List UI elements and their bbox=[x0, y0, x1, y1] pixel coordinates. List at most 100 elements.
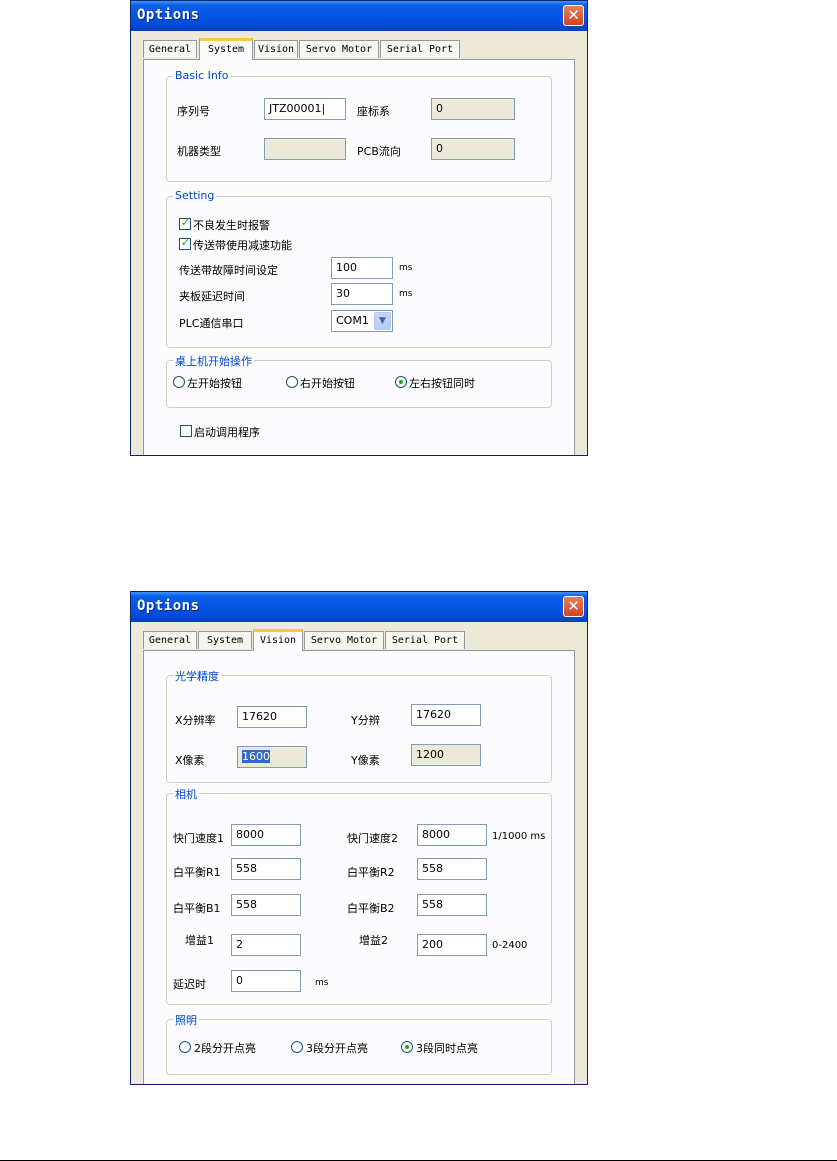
wb-r2-label: 白平衡R2 bbox=[347, 866, 395, 879]
shutter1-field[interactable]: 8000 bbox=[231, 824, 301, 846]
y-pixel-field[interactable]: 1200 bbox=[411, 744, 481, 766]
tab-vision[interactable]: Vision bbox=[253, 629, 303, 651]
title-bar[interactable]: Options ✕ bbox=[131, 1, 587, 31]
close-button[interactable]: ✕ bbox=[563, 596, 584, 617]
options-dialog-vision: Options ✕ General System Vision Servo Mo… bbox=[130, 591, 588, 1085]
tab-vision[interactable]: Vision bbox=[254, 40, 298, 58]
tab-general[interactable]: General bbox=[143, 40, 197, 58]
radio-left-start[interactable] bbox=[173, 376, 185, 388]
radio-lighting-2-separate-label: 2段分开点亮 bbox=[194, 1042, 256, 1055]
delay-field[interactable]: 0 bbox=[231, 970, 301, 992]
radio-both-start[interactable] bbox=[395, 376, 407, 388]
serial-number-label: 序列号 bbox=[177, 105, 210, 118]
desktop-start-legend: 桌上机开始操作 bbox=[173, 353, 254, 369]
delay-label: 延迟时 bbox=[173, 978, 206, 991]
tab-system[interactable]: System bbox=[199, 38, 253, 60]
camera-legend: 相机 bbox=[173, 786, 199, 802]
radio-selected-dot bbox=[399, 380, 403, 384]
basic-info-legend: Basic Info bbox=[173, 69, 231, 82]
gain1-field[interactable]: 2 bbox=[231, 934, 301, 956]
wb-b1-label: 白平衡B1 bbox=[173, 902, 221, 915]
gain2-field[interactable]: 200 bbox=[417, 934, 487, 956]
basic-info-group: Basic Info 序列号 JTZ00001| 座标系 0 机器类型 PCB流… bbox=[166, 69, 552, 182]
debug-program-checkbox[interactable] bbox=[180, 425, 192, 437]
tab-serial-port[interactable]: Serial Port bbox=[380, 40, 460, 58]
wb-b1-field[interactable]: 558 bbox=[231, 894, 301, 916]
radio-lighting-3-simultaneous[interactable] bbox=[401, 1041, 413, 1053]
vision-tab-panel: 光学精度 X分辨率 17620 Y分辨 17620 X像素 1600 Y像素 1… bbox=[143, 650, 575, 1084]
check-icon: ✓ bbox=[180, 216, 191, 229]
optics-group: 光学精度 X分辨率 17620 Y分辨 17620 X像素 1600 Y像素 1… bbox=[166, 668, 552, 783]
serial-number-field[interactable]: JTZ00001| bbox=[264, 98, 346, 120]
options-dialog-system: Options ✕ General System Vision Servo Mo… bbox=[130, 0, 588, 456]
radio-lighting-3-separate-label: 3段分开点亮 bbox=[306, 1042, 368, 1055]
dialog-title: Options bbox=[137, 7, 200, 23]
tab-system[interactable]: System bbox=[198, 631, 252, 649]
setting-legend: Setting bbox=[173, 189, 217, 202]
close-button[interactable]: ✕ bbox=[563, 5, 584, 26]
clamp-delay-label: 夹板延迟时间 bbox=[179, 290, 245, 303]
x-resolution-label: X分辨率 bbox=[175, 714, 216, 727]
check-icon: ✓ bbox=[180, 236, 191, 249]
decel-checkbox[interactable]: ✓ bbox=[179, 236, 191, 250]
fault-time-label: 传送带故障时间设定 bbox=[179, 264, 278, 277]
chevron-down-icon[interactable]: ▼ bbox=[374, 312, 391, 330]
setting-group: Setting ✓ 不良发生时报警 ✓ 传送带使用减速功能 传送带故障时间设定 … bbox=[166, 189, 552, 348]
wb-r1-field[interactable]: 558 bbox=[231, 858, 301, 880]
fault-time-unit: ms bbox=[399, 263, 413, 273]
optics-legend: 光学精度 bbox=[173, 668, 221, 684]
pcb-flow-label: PCB流向 bbox=[357, 145, 401, 158]
x-pixel-label: X像素 bbox=[175, 754, 205, 767]
shutter1-label: 快门速度1 bbox=[173, 832, 224, 845]
delay-unit: ms bbox=[315, 978, 329, 988]
radio-right-start[interactable] bbox=[286, 376, 298, 388]
pcb-flow-field[interactable]: 0 bbox=[431, 138, 515, 160]
radio-lighting-3-separate[interactable] bbox=[291, 1041, 303, 1053]
radio-selected-dot bbox=[405, 1045, 409, 1049]
tab-serial-port[interactable]: Serial Port bbox=[385, 631, 465, 649]
alarm-checkbox[interactable]: ✓ bbox=[179, 216, 191, 230]
coordinate-system-field[interactable]: 0 bbox=[431, 98, 515, 120]
tab-servo-motor[interactable]: Servo Motor bbox=[299, 40, 379, 58]
close-icon: ✕ bbox=[567, 6, 580, 24]
y-resolution-field[interactable]: 17620 bbox=[411, 704, 481, 726]
shutter2-field[interactable]: 8000 bbox=[417, 824, 487, 846]
clamp-delay-field[interactable]: 30 bbox=[331, 283, 393, 305]
radio-both-start-label: 左右按钮同时 bbox=[409, 377, 475, 390]
lighting-legend: 照明 bbox=[173, 1012, 199, 1028]
radio-lighting-2-separate[interactable] bbox=[179, 1041, 191, 1053]
lighting-group: 照明 2段分开点亮 3段分开点亮 3段同时点亮 bbox=[166, 1012, 552, 1075]
fault-time-field[interactable]: 100 bbox=[331, 257, 393, 279]
debug-program-label: 启动调用程序 bbox=[194, 426, 260, 439]
y-pixel-label: Y像素 bbox=[351, 754, 380, 767]
coordinate-system-label: 座标系 bbox=[357, 105, 390, 118]
close-icon: ✕ bbox=[567, 597, 580, 615]
wb-b2-label: 白平衡B2 bbox=[347, 902, 395, 915]
x-pixel-value: 1600 bbox=[242, 750, 270, 763]
machine-type-field[interactable] bbox=[264, 138, 346, 160]
clamp-delay-unit: ms bbox=[399, 289, 413, 299]
wb-r1-label: 白平衡R1 bbox=[173, 866, 221, 879]
wb-b2-field[interactable]: 558 bbox=[417, 894, 487, 916]
gain1-label: 增益1 bbox=[185, 934, 214, 947]
camera-group: 相机 快门速度1 8000 快门速度2 8000 1/1000 ms 白平衡R1… bbox=[166, 786, 552, 1005]
x-resolution-field[interactable]: 17620 bbox=[237, 706, 307, 728]
y-resolution-label: Y分辨 bbox=[351, 714, 380, 727]
tab-servo-motor[interactable]: Servo Motor bbox=[304, 631, 384, 649]
tab-general[interactable]: General bbox=[143, 631, 197, 649]
gain2-label: 增益2 bbox=[359, 934, 388, 947]
system-tab-panel: Basic Info 序列号 JTZ00001| 座标系 0 机器类型 PCB流… bbox=[143, 59, 575, 455]
plc-port-label: PLC通信串口 bbox=[179, 317, 244, 330]
dialog-title: Options bbox=[137, 598, 200, 614]
machine-type-label: 机器类型 bbox=[177, 145, 221, 158]
title-bar[interactable]: Options ✕ bbox=[131, 592, 587, 622]
radio-left-start-label: 左开始按钮 bbox=[187, 377, 242, 390]
decel-checkbox-label: 传送带使用减速功能 bbox=[193, 239, 292, 252]
desktop-start-group: 桌上机开始操作 左开始按钮 右开始按钮 左右按钮同时 bbox=[166, 353, 552, 408]
shutter2-label: 快门速度2 bbox=[347, 832, 398, 845]
alarm-checkbox-label: 不良发生时报警 bbox=[193, 219, 270, 232]
shutter-unit: 1/1000 ms bbox=[492, 831, 546, 842]
plc-port-select[interactable]: COM1 ▼ bbox=[331, 310, 393, 332]
wb-r2-field[interactable]: 558 bbox=[417, 858, 487, 880]
x-pixel-field[interactable]: 1600 bbox=[237, 746, 307, 768]
